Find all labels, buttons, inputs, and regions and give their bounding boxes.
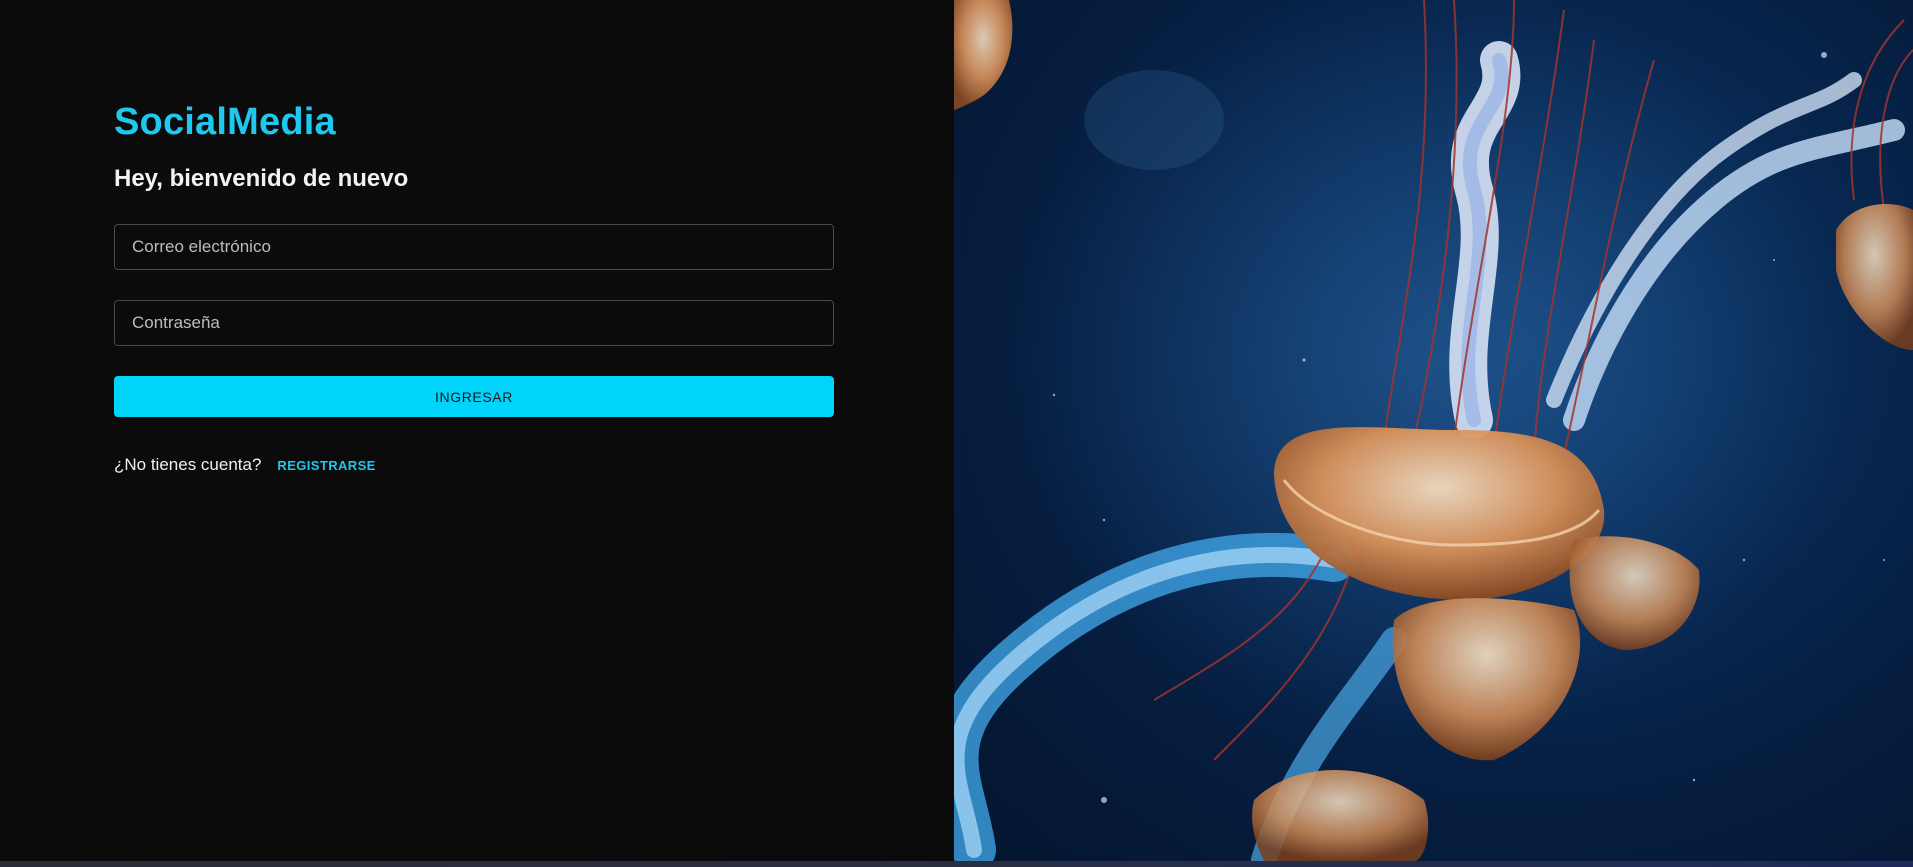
hero-image	[954, 0, 1913, 861]
email-field[interactable]	[114, 224, 834, 270]
login-form: SocialMedia Hey, bienvenido de nuevo ING…	[114, 100, 834, 475]
background-jellyfish	[1084, 70, 1224, 170]
no-account-text: ¿No tienes cuenta?	[114, 455, 262, 474]
login-button[interactable]: INGRESAR	[114, 376, 834, 417]
brand-logo[interactable]: SocialMedia	[114, 100, 834, 144]
jellyfish-illustration	[954, 0, 1913, 861]
login-panel: SocialMedia Hey, bienvenido de nuevo ING…	[0, 0, 954, 861]
register-link[interactable]: REGISTRARSE	[277, 458, 375, 473]
welcome-heading: Hey, bienvenido de nuevo	[114, 165, 409, 192]
bottom-bar	[0, 861, 1913, 867]
password-field[interactable]	[114, 300, 834, 346]
login-page: SocialMedia Hey, bienvenido de nuevo ING…	[0, 0, 1913, 867]
signup-row: ¿No tienes cuenta? REGISTRARSE	[114, 455, 834, 475]
